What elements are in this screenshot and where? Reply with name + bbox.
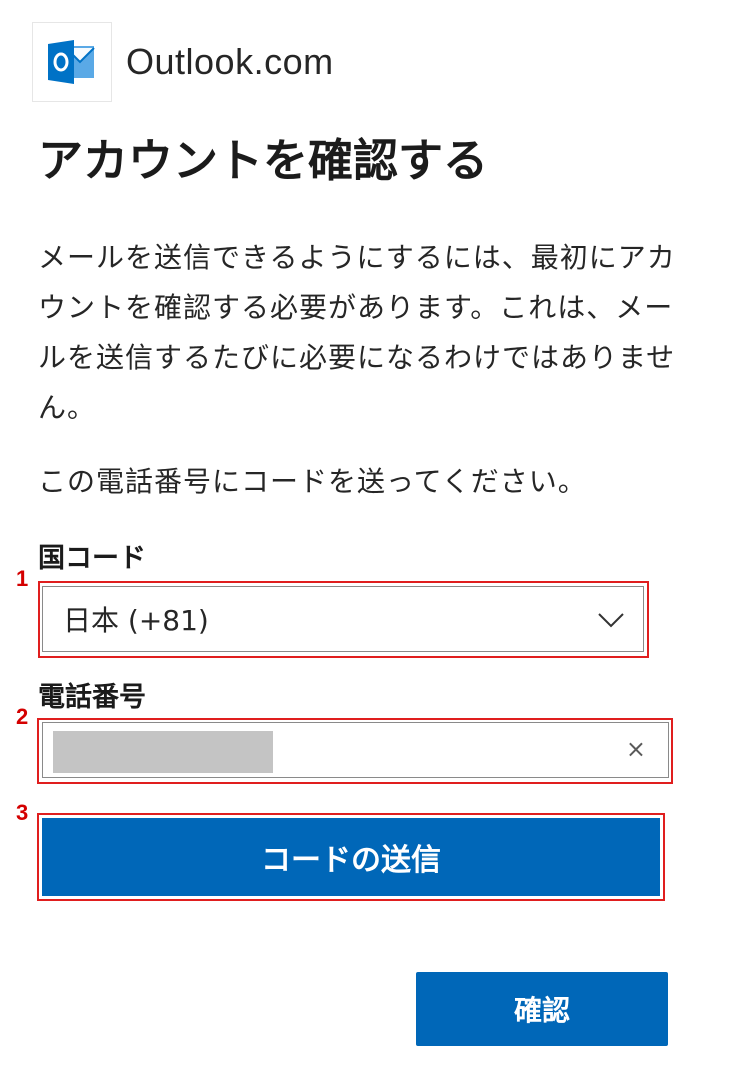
phone-number-label: 電話番号: [38, 682, 146, 713]
brand-header: Outlook.com: [32, 22, 334, 102]
outlook-logo-icon: [32, 22, 112, 102]
instruction-text: この電話番号にコードを送ってください。: [38, 465, 587, 498]
page-title: アカウントを確認する: [38, 134, 489, 187]
chevron-down-icon: [598, 613, 624, 628]
masked-phone-value: [53, 731, 273, 773]
brand-name: Outlook.com: [126, 41, 334, 82]
step-marker-3: 3: [16, 800, 29, 825]
step-marker-2: 2: [16, 704, 29, 729]
country-code-dropdown[interactable]: 日本 (+81): [42, 586, 644, 652]
close-icon[interactable]: ×: [626, 735, 646, 763]
phone-number-input[interactable]: ×: [42, 722, 669, 778]
country-code-label: 国コード: [38, 543, 146, 574]
country-code-value: 日本 (+81): [63, 604, 209, 637]
confirm-button[interactable]: 確認: [416, 972, 668, 1046]
send-code-button[interactable]: コードの送信: [42, 818, 660, 896]
description-text: メールを送信できるようにするには、最初にアカウントを確認する必要があります。これ…: [38, 241, 676, 424]
step-marker-1: 1: [16, 566, 29, 591]
